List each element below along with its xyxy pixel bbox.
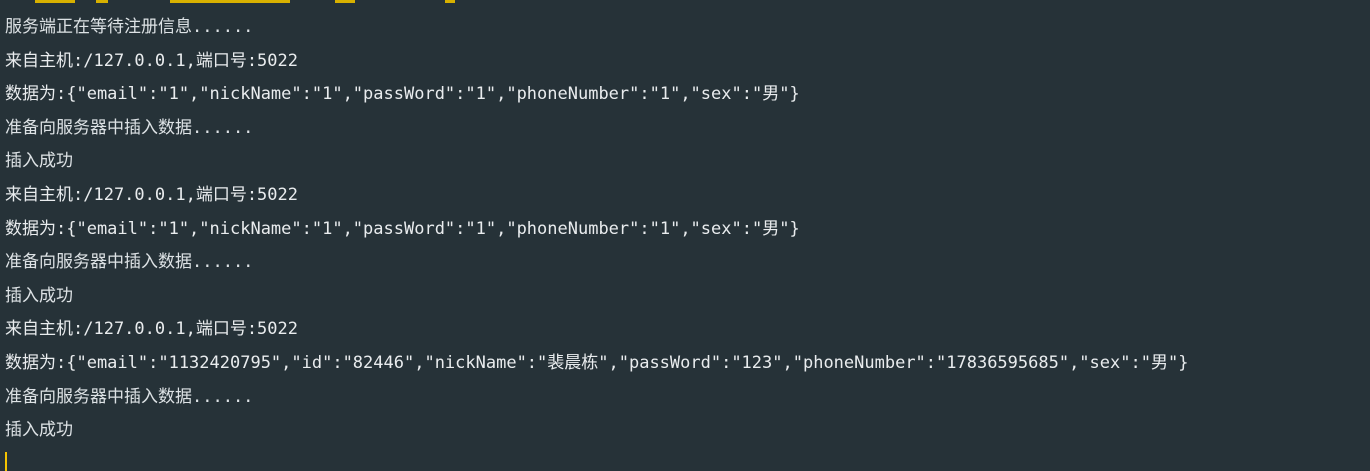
console-line-host: 来自主机:/127.0.0.1,端口号:5022 [5,50,298,71]
console-line-host: 来自主机:/127.0.0.1,端口号:5022 [5,184,298,205]
top-clipped-text-strip [0,0,1370,3]
console-line-success: 插入成功 [5,285,73,306]
console-line-host: 来自主机:/127.0.0.1,端口号:5022 [5,319,298,340]
console-line-data: 数据为:{"email":"1","nickName":"1","passWor… [5,84,800,105]
text-cursor [5,452,7,471]
console-lines: 服务端正在等待注册信息...... 来自主机:/127.0.0.1,端口号:50… [5,11,1370,448]
console-line-preparing: 准备向服务器中插入数据...... [5,117,254,138]
console-line-preparing: 准备向服务器中插入数据...... [5,252,254,273]
console-line-waiting: 服务端正在等待注册信息...... [5,17,254,37]
console-line-success: 插入成功 [5,151,73,172]
console-line-data: 数据为:{"email":"1132420795","id":"82446","… [5,352,1189,373]
console-line-preparing: 准备向服务器中插入数据...... [5,386,254,407]
console-line-success: 插入成功 [5,420,73,441]
console-output[interactable]: 服务端正在等待注册信息...... 来自主机:/127.0.0.1,端口号:50… [0,0,1370,471]
console-line-data: 数据为:{"email":"1","nickName":"1","passWor… [5,218,800,239]
